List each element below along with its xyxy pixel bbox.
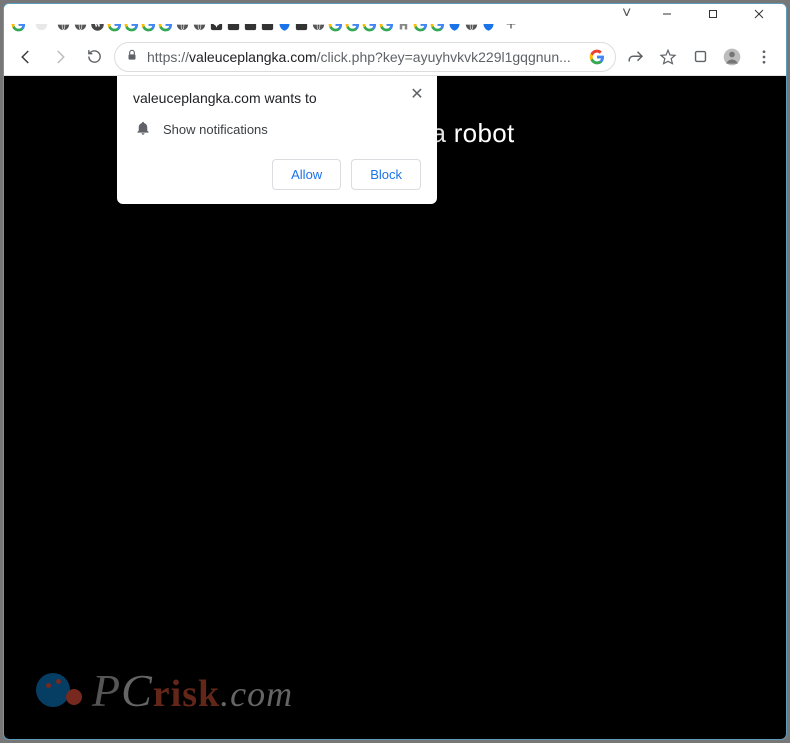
globe-icon — [175, 16, 191, 32]
page-content: t you are not a robot ✕ valeuceplangka.c… — [4, 76, 786, 739]
share-button[interactable] — [622, 43, 650, 71]
browser-tab[interactable] — [10, 10, 27, 38]
square-icon — [243, 16, 259, 32]
dialog-permission-row: Show notifications — [135, 120, 421, 139]
browser-tab[interactable] — [344, 10, 361, 38]
browser-tab[interactable] — [27, 10, 55, 38]
shield-icon — [481, 16, 497, 32]
google-icon — [141, 16, 157, 32]
browser-tab[interactable] — [463, 10, 480, 38]
nav-back-button[interactable] — [12, 43, 40, 71]
browser-tab[interactable] — [55, 10, 72, 38]
window-minimize-button[interactable] — [644, 4, 690, 24]
svg-text:W: W — [94, 20, 102, 29]
google-icon — [107, 16, 123, 32]
watermark-text: PCrisk.com — [92, 664, 293, 717]
wordpress-icon: W — [90, 16, 106, 32]
browser-tab[interactable] — [208, 10, 225, 38]
browser-window: W + ˅ — [3, 3, 787, 740]
browser-tab[interactable] — [259, 10, 276, 38]
browser-toolbar: https://valeuceplangka.com/click.php?key… — [4, 38, 786, 76]
shield-icon — [447, 16, 463, 32]
google-icon — [11, 16, 27, 32]
dialog-close-button[interactable]: ✕ — [407, 84, 427, 104]
browser-tab[interactable] — [225, 10, 242, 38]
window-close-button[interactable] — [736, 4, 782, 24]
google-icon — [124, 16, 140, 32]
home-icon — [396, 16, 412, 32]
sparkle-icon — [209, 16, 225, 32]
watermark-bug-icon — [34, 665, 86, 717]
browser-tab[interactable] — [327, 10, 344, 38]
globe-icon — [464, 16, 480, 32]
browser-tab[interactable] — [157, 10, 174, 38]
profile-avatar-button[interactable] — [718, 43, 746, 71]
allow-button[interactable]: Allow — [272, 159, 341, 190]
browser-tab[interactable] — [429, 10, 446, 38]
dialog-title: valeuceplangka.com wants to — [133, 90, 421, 106]
nav-reload-button[interactable] — [80, 43, 108, 71]
browser-tab[interactable] — [106, 10, 123, 38]
watermark-logo: PCrisk.com — [34, 664, 293, 717]
google-icon — [379, 16, 395, 32]
globe-icon — [73, 16, 89, 32]
browser-tab[interactable] — [242, 10, 259, 38]
browser-tab[interactable] — [276, 10, 293, 38]
browser-tab[interactable] — [140, 10, 157, 38]
globe-icon — [56, 16, 72, 32]
nav-forward-button[interactable] — [46, 43, 74, 71]
google-icon — [430, 16, 446, 32]
blank-active — [33, 16, 49, 32]
browser-tab[interactable] — [293, 10, 310, 38]
browser-tab[interactable] — [446, 10, 463, 38]
browser-tab[interactable] — [378, 10, 395, 38]
browser-tab[interactable]: W — [89, 10, 106, 38]
dialog-permission-label: Show notifications — [163, 122, 268, 137]
bell-icon — [135, 120, 151, 139]
search-engine-icon[interactable] — [589, 49, 605, 65]
lock-icon — [125, 48, 139, 65]
notification-permission-dialog: ✕ valeuceplangka.com wants to Show notif… — [117, 76, 437, 204]
google-icon — [345, 16, 361, 32]
google-icon — [328, 16, 344, 32]
new-tab-button[interactable]: + — [497, 10, 525, 38]
tab-overflow-chevron-icon[interactable]: ˅ — [622, 5, 631, 23]
square-icon — [260, 16, 276, 32]
google-icon — [158, 16, 174, 32]
globe-icon — [311, 16, 327, 32]
browser-tab[interactable] — [395, 10, 412, 38]
google-icon — [413, 16, 429, 32]
browser-tab[interactable] — [361, 10, 378, 38]
browser-tab[interactable] — [72, 10, 89, 38]
browser-tab[interactable] — [412, 10, 429, 38]
extensions-button[interactable] — [686, 43, 714, 71]
browser-tab[interactable] — [174, 10, 191, 38]
kebab-menu-button[interactable] — [750, 43, 778, 71]
browser-tab[interactable] — [480, 10, 497, 38]
browser-tab[interactable] — [191, 10, 208, 38]
globe-icon — [192, 16, 208, 32]
square-icon — [226, 16, 242, 32]
bookmark-star-button[interactable] — [654, 43, 682, 71]
google-icon — [362, 16, 378, 32]
toolbar-actions — [622, 43, 778, 71]
window-maximize-button[interactable] — [690, 4, 736, 24]
square-icon — [294, 16, 310, 32]
block-button[interactable]: Block — [351, 159, 421, 190]
shield-icon — [277, 16, 293, 32]
address-bar[interactable]: https://valeuceplangka.com/click.php?key… — [114, 42, 616, 72]
address-bar-url: https://valeuceplangka.com/click.php?key… — [147, 49, 581, 65]
browser-tab[interactable] — [123, 10, 140, 38]
browser-tab[interactable] — [310, 10, 327, 38]
